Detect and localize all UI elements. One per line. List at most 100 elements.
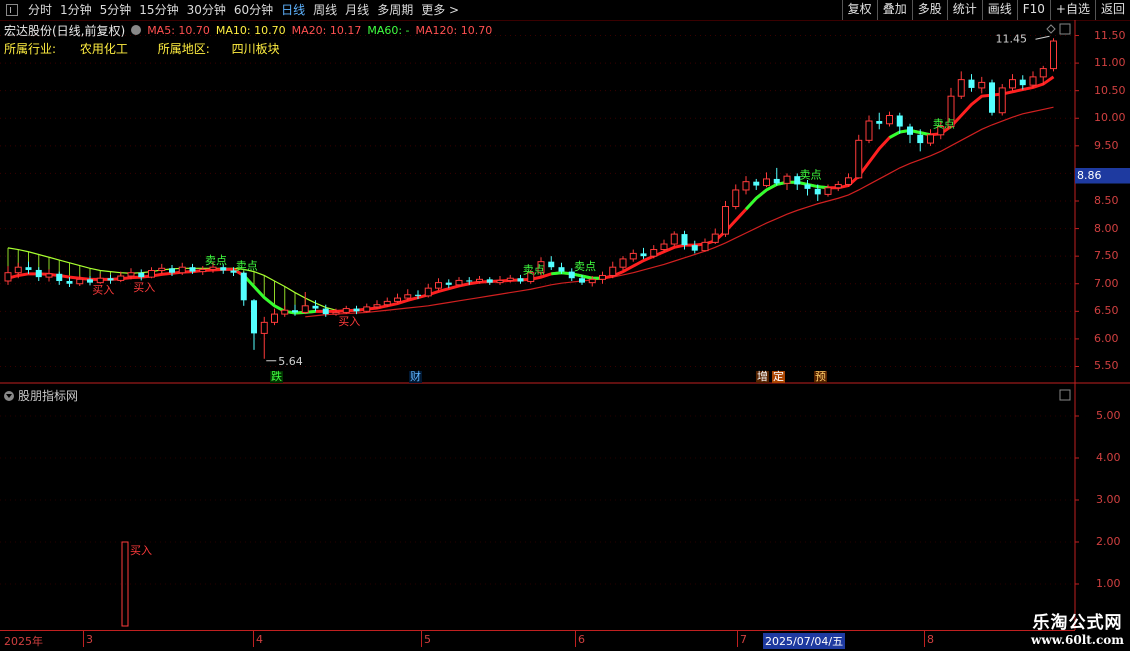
chart-canvas[interactable]: 买入 买入买入卖点 卖点 卖点 卖点卖点卖点11.455.64买入 [0,0,1130,650]
event-marker-4[interactable]: 预 [814,371,827,383]
candle-body-down [25,267,32,270]
event-marker-1[interactable]: 财 [409,371,422,383]
indicator-tick-label: 4.00 [1096,451,1121,464]
indicator-tick-label: 1.00 [1096,577,1121,590]
candle-body-up [783,175,791,184]
candle-body-down [917,134,924,144]
candle-body-down [989,82,995,113]
event-marker-3[interactable]: 定 [772,371,785,383]
candle-body-up [650,249,658,257]
date-tick-label: 8 [927,633,934,646]
candle-body-down [66,280,73,284]
candle-body-up [148,270,155,278]
candle-body-up [455,279,463,286]
candle-body-down [87,279,93,283]
candle-body-down [35,269,42,278]
candle-body-up [404,294,412,299]
candle-body-up [660,243,668,251]
indicator-panel-title[interactable]: 股朋指标网 [4,387,78,404]
stock-title: 宏达股份(日线,前复权) [4,23,126,38]
candle-body-up [1029,76,1037,86]
candle-body-up [824,187,832,195]
current-price-box: 8.86 [1075,168,1130,183]
candle-body-down [189,267,196,272]
candle-body-down [312,305,319,309]
candle-body-up [732,189,740,208]
sell-signal-label: 卖点 [523,263,545,276]
buy-signal-label: 买入 [338,315,360,328]
buy-signal-label: 买入 [133,281,155,294]
candle-body-down [240,272,247,301]
candle-body-down [445,282,452,285]
sell-signal-label: 卖点 [933,118,955,131]
candle-body-up [886,115,893,125]
candle-body-up [496,279,504,284]
chevron-down-icon[interactable] [131,25,142,35]
candle-body-down [220,267,227,271]
candle-body-down [804,184,811,189]
date-tick [575,631,576,647]
candle-body-down [251,300,257,334]
ma10-value: MA10: 10.70 [215,23,286,37]
region-label: 所属地区: [157,42,210,56]
candle-body-down [896,115,903,127]
candle-body-up [476,278,483,283]
panel2-maximize-icon [1059,389,1071,401]
candle-body-up [76,278,84,285]
candle-body-up [1009,79,1016,89]
high-price-label: 11.45 [996,32,1028,45]
candle-body-up [260,321,268,334]
candle-body-up [394,297,401,302]
candle-body-up [301,305,309,313]
candle-body-up [763,178,770,187]
candle-body-up [670,233,678,245]
candle-body-up [609,266,617,276]
event-marker-2[interactable]: 增 [756,371,769,383]
candle-body-down [415,294,421,296]
ma120-value: MA120: 10.70 [415,23,493,37]
indicator-buy-label: 买入 [130,544,152,557]
candle-body-up [742,181,750,191]
date-tick-label: 7 [740,633,747,646]
date-tick-label: 6 [578,633,585,646]
candle-body-up [281,309,289,315]
panel-maximize-icon [1059,23,1071,35]
price-tick-label: 7.00 [1094,276,1119,290]
candle-body-down [1019,79,1026,86]
candle-body-down [466,280,473,282]
candle-body-down [56,273,63,281]
date-tick-label: 5 [424,633,431,646]
candle-body-up [117,275,125,281]
date-tick-label: 2025年 [4,635,43,648]
industry-label: 所属行业: [4,42,57,56]
candle-body-down [517,278,524,282]
candle-body-up [45,273,53,278]
candle-body-down [681,234,688,246]
price-tick-label: 8.50 [1094,194,1119,207]
region-value[interactable]: 四川板块 [232,42,280,56]
candle-body-down [691,245,698,251]
candle-body-up [599,274,606,280]
candle-body-down [353,308,360,312]
candle-body-up [373,304,381,308]
date-tick [421,631,422,647]
watermark-url: www.60lt.com [1031,633,1124,647]
candle-body-down [169,268,175,273]
candle-body-down [876,121,883,124]
industry-value[interactable]: 农用化工 [80,42,128,56]
candle-body-up [865,120,873,141]
indicator-tick-label: 5.00 [1096,409,1121,422]
date-tick [253,631,254,647]
date-tick-label: 3 [86,633,93,646]
sell-signal-label: 卖点 [205,254,227,267]
candle-body-up [178,266,186,274]
date-tick [924,631,925,647]
event-marker-0[interactable]: 跌 [270,371,283,383]
candle-body-down [814,188,821,195]
watermark-title: 乐淘公式网 [1032,613,1123,633]
diamond-icon [1046,24,1056,34]
ma20-value: MA20: 10.17 [291,23,362,37]
candle-body-up [588,278,596,284]
chevron-down-icon[interactable] [4,390,14,401]
candle-body-up [14,266,22,274]
